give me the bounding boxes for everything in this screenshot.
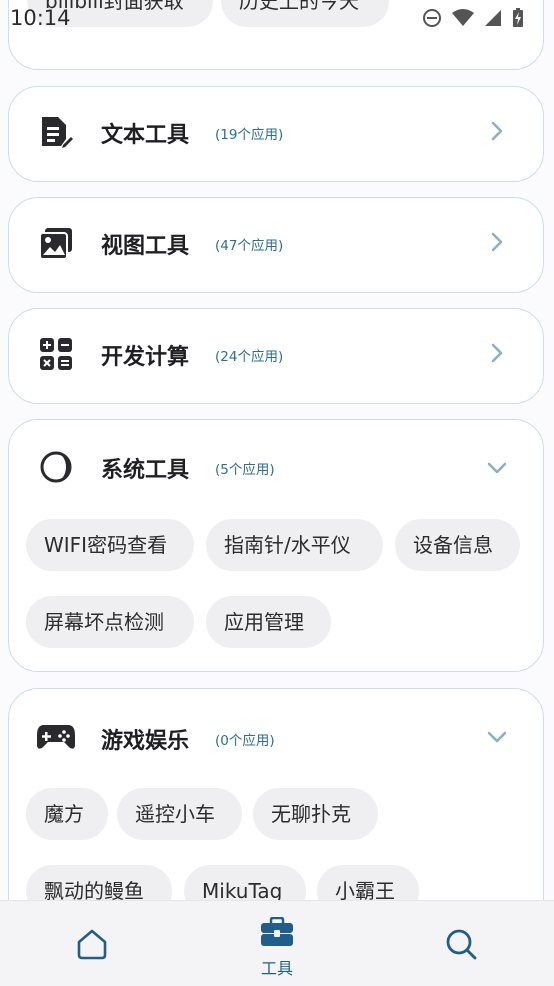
chevron-right-icon[interactable] bbox=[485, 230, 509, 254]
category-count: (5个应用) bbox=[215, 462, 275, 478]
app-chip[interactable]: 遥控小车 bbox=[117, 788, 242, 840]
app-chip-label: 魔方 bbox=[44, 802, 84, 826]
search-icon bbox=[446, 929, 477, 960]
category-count: (0个应用) bbox=[215, 733, 275, 749]
category-title: 文本工具 bbox=[101, 123, 190, 148]
app-chip[interactable]: 魔方 bbox=[26, 788, 108, 840]
text-document-icon bbox=[42, 117, 73, 148]
category-title: 游戏娱乐 bbox=[101, 729, 190, 754]
app-chip-label: 无聊扑克 bbox=[271, 802, 351, 826]
app-chip[interactable]: 屏幕坏点检测 bbox=[26, 596, 194, 648]
app-chip-label: bilibili封面获取 bbox=[45, 0, 184, 13]
app-chip[interactable]: 历史上的今天 bbox=[221, 0, 389, 27]
category-card-view-tools[interactable]: 视图工具 (47个应用) bbox=[8, 197, 544, 293]
app-chip-label: 设备信息 bbox=[413, 533, 493, 557]
bottom-nav: 工具 bbox=[0, 900, 554, 986]
chevron-down-icon[interactable] bbox=[485, 725, 509, 749]
category-count: (24个应用) bbox=[215, 349, 284, 365]
nav-item-home[interactable] bbox=[32, 901, 152, 986]
half-moon-icon bbox=[40, 451, 72, 483]
nav-item-search[interactable] bbox=[402, 901, 522, 986]
category-card-system-tools: 系统工具 (5个应用) WIFI密码查看 指南针/水平仪 设备信息 屏幕坏点检测… bbox=[8, 419, 544, 672]
category-title: 视图工具 bbox=[101, 234, 190, 259]
app-chip[interactable]: bilibili封面获取 bbox=[27, 0, 213, 27]
app-chip[interactable]: 应用管理 bbox=[206, 596, 331, 648]
chevron-right-icon[interactable] bbox=[485, 341, 509, 365]
chevron-down-icon[interactable] bbox=[485, 456, 509, 480]
app-chip-label: 指南针/水平仪 bbox=[224, 533, 351, 557]
app-chip-label: 屏幕坏点检测 bbox=[44, 610, 164, 634]
home-icon bbox=[77, 929, 107, 960]
category-title: 开发计算 bbox=[101, 345, 190, 370]
calculator-icon bbox=[40, 338, 72, 370]
app-chip[interactable]: 指南针/水平仪 bbox=[206, 519, 383, 571]
category-card-text-tools[interactable]: 文本工具 (19个应用) bbox=[8, 86, 544, 182]
category-count: (47个应用) bbox=[215, 238, 284, 254]
app-chip-label: WIFI密码查看 bbox=[44, 533, 168, 557]
category-card-partial: bilibili封面获取 历史上的今天 bbox=[8, 0, 544, 70]
nav-item-tools[interactable]: 工具 bbox=[217, 901, 337, 986]
category-card-dev-calc[interactable]: 开发计算 (24个应用) bbox=[8, 308, 544, 404]
app-chip[interactable]: 无聊扑克 bbox=[253, 788, 378, 840]
chevron-right-icon[interactable] bbox=[485, 119, 509, 143]
app-chip-label: 应用管理 bbox=[224, 610, 304, 634]
category-count: (19个应用) bbox=[215, 127, 284, 143]
category-title: 系统工具 bbox=[101, 458, 190, 483]
nav-label-tools: 工具 bbox=[260, 959, 293, 978]
gamepad-icon bbox=[37, 725, 75, 749]
image-gallery-icon bbox=[39, 228, 72, 260]
app-chip[interactable]: WIFI密码查看 bbox=[26, 519, 194, 571]
app-chip-label: 历史上的今天 bbox=[239, 0, 359, 13]
toolbox-icon bbox=[261, 917, 293, 946]
app-chip[interactable]: 设备信息 bbox=[395, 519, 520, 571]
app-chip-label: 遥控小车 bbox=[135, 802, 215, 826]
